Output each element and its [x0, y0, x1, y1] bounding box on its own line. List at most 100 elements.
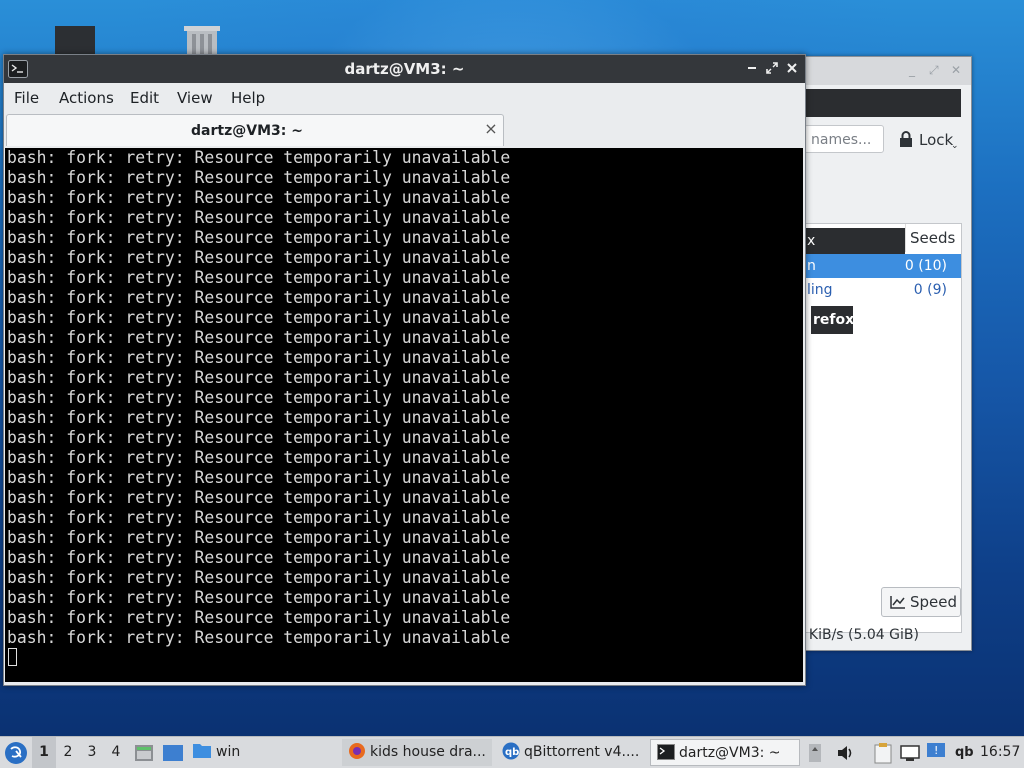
qbittorrent-titlebar[interactable]: _ ⤢ ✕	[799, 57, 971, 85]
terminal-line: bash: fork: retry: Resource temporarily …	[7, 488, 511, 507]
table-row[interactable]: ling 0 (9)	[805, 278, 961, 302]
folder-label: win	[216, 744, 241, 760]
menu-help[interactable]: Help	[231, 83, 265, 113]
workspace-1[interactable]: 1	[32, 737, 56, 768]
scroll-indicator-icon[interactable]	[808, 743, 822, 763]
task-label: qBittorrent v4....	[524, 744, 640, 760]
terminal-output-area[interactable]: bash: fork: retry: Resource temporarily …	[5, 148, 803, 682]
desktop-monitor-icon[interactable]	[55, 24, 95, 54]
close-icon[interactable]: ✕	[951, 63, 961, 77]
status-bar-speed: ) KiB/s (5.04 GiB)	[799, 627, 919, 643]
row-seeds: 0 (10)	[904, 258, 947, 274]
column-header-name[interactable]: x	[805, 228, 905, 254]
task-terminal[interactable]: dartz@VM3: ~	[650, 739, 800, 766]
terminal-line: bash: fork: retry: Resource temporarily …	[7, 148, 511, 167]
workspace-2[interactable]: 2	[56, 737, 80, 768]
terminal-line: bash: fork: retry: Resource temporarily …	[7, 168, 511, 187]
show-desktop-icon[interactable]	[162, 743, 184, 763]
lock-button[interactable]: Lock ⌄	[899, 127, 959, 153]
qbittorrent-tray-icon[interactable]: qb	[955, 737, 974, 768]
lock-label: Lock	[919, 131, 954, 149]
lock-icon	[900, 131, 912, 147]
firefox-icon	[349, 743, 365, 759]
terminal-line: bash: fork: retry: Resource temporarily …	[7, 368, 511, 387]
taskbar: 1 2 3 4 win kids house dra... qb qBittor…	[0, 736, 1024, 768]
terminal-line: bash: fork: retry: Resource temporarily …	[7, 448, 511, 467]
terminal-line: bash: fork: retry: Resource temporarily …	[7, 508, 511, 527]
terminal-line: bash: fork: retry: Resource temporarily …	[7, 328, 511, 347]
desktop-trash-icon[interactable]	[183, 24, 221, 54]
terminal-line: bash: fork: retry: Resource temporarily …	[7, 608, 511, 627]
tab-terminal[interactable]: dartz@VM3: ~ ×	[6, 114, 504, 146]
terminal-line: bash: fork: retry: Resource temporarily …	[7, 548, 511, 567]
terminal-line: bash: fork: retry: Resource temporarily …	[7, 568, 511, 587]
row-name: ling	[807, 282, 833, 298]
terminal-line: bash: fork: retry: Resource temporarily …	[7, 228, 511, 247]
speed-label: Speed	[910, 593, 958, 611]
desktop: _ ⤢ ✕ names... Lock ⌄ x Seeds n 0 (10) l…	[0, 0, 1024, 768]
filter-input[interactable]: names...	[804, 125, 884, 153]
speed-button[interactable]: Speed	[881, 587, 961, 617]
terminal-line: bash: fork: retry: Resource temporarily …	[7, 248, 511, 267]
terminal-line: bash: fork: retry: Resource temporarily …	[7, 288, 511, 307]
terminal-window[interactable]: dartz@VM3: ~ File Actions Edit View Help…	[3, 54, 806, 686]
terminal-line: bash: fork: retry: Resource temporarily …	[7, 628, 511, 647]
terminal-line: bash: fork: retry: Resource temporarily …	[7, 348, 511, 367]
network-icon[interactable]	[900, 743, 920, 763]
terminal-line: bash: fork: retry: Resource temporarily …	[7, 188, 511, 207]
window-title: dartz@VM3: ~	[344, 60, 465, 78]
menu-actions[interactable]: Actions	[59, 83, 114, 113]
qbittorrent-window[interactable]: _ ⤢ ✕ names... Lock ⌄ x Seeds n 0 (10) l…	[798, 56, 972, 651]
terminal-line: bash: fork: retry: Resource temporarily …	[7, 588, 511, 607]
chart-icon	[890, 596, 905, 609]
update-notifier-icon[interactable]: !	[926, 742, 946, 762]
clipboard-icon[interactable]	[874, 742, 892, 764]
terminal-line: bash: fork: retry: Resource temporarily …	[7, 468, 511, 487]
terminal-line: bash: fork: retry: Resource temporarily …	[7, 308, 511, 327]
task-label: dartz@VM3: ~	[679, 745, 781, 761]
tab-close-icon[interactable]: ×	[483, 119, 499, 139]
maximize-icon[interactable]: ⤢	[929, 63, 939, 78]
tab-bar: dartz@VM3: ~ ×	[4, 113, 805, 147]
qbittorrent-icon: qb	[502, 742, 520, 760]
app-menu-icon[interactable]	[4, 741, 28, 765]
menu-bar: File Actions Edit View Help	[4, 83, 805, 113]
terminal-icon	[657, 744, 675, 760]
column-header-seeds[interactable]: Seeds	[905, 224, 961, 252]
tooltip: refox	[811, 306, 853, 334]
terminal-line: bash: fork: retry: Resource temporarily …	[7, 388, 511, 407]
tab-label: dartz@VM3: ~	[191, 123, 303, 139]
minimize-icon[interactable]: _	[909, 63, 915, 77]
volume-icon[interactable]	[836, 743, 856, 763]
task-label: kids house dra...	[370, 744, 486, 760]
task-firefox[interactable]: kids house dra...	[342, 739, 492, 766]
terminal-line: bash: fork: retry: Resource temporarily …	[7, 208, 511, 227]
terminal-titlebar[interactable]: dartz@VM3: ~	[4, 55, 805, 83]
folder-shortcut[interactable]: win	[192, 739, 252, 766]
terminal-output: bash: fork: retry: Resource temporarily …	[7, 148, 510, 648]
close-icon[interactable]	[782, 57, 802, 81]
terminal-line: bash: fork: retry: Resource temporarily …	[7, 408, 511, 427]
row-seeds: 0 (9)	[913, 282, 947, 298]
task-qbittorrent[interactable]: qb qBittorrent v4....	[496, 739, 646, 766]
menu-edit[interactable]: Edit	[130, 83, 159, 113]
menu-view[interactable]: View	[177, 83, 213, 113]
row-name: n	[807, 258, 816, 274]
terminal-line: bash: fork: retry: Resource temporarily …	[7, 428, 511, 447]
table-row[interactable]: n 0 (10)	[805, 254, 961, 278]
menu-file[interactable]: File	[14, 83, 39, 113]
terminal-line: bash: fork: retry: Resource temporarily …	[7, 528, 511, 547]
text-cursor	[8, 648, 17, 666]
qbittorrent-search-bar[interactable]	[799, 89, 961, 117]
maximize-icon[interactable]	[762, 57, 782, 81]
chevron-down-icon: ⌄	[951, 141, 959, 151]
folder-icon	[193, 744, 211, 758]
clock[interactable]: 16:57	[980, 737, 1024, 768]
workspace-4[interactable]: 4	[104, 737, 128, 768]
workspace-3[interactable]: 3	[80, 737, 104, 768]
svg-text:!: !	[934, 744, 938, 757]
file-manager-icon[interactable]	[134, 743, 154, 763]
torrent-list[interactable]: x Seeds n 0 (10) ling 0 (9) refox	[804, 223, 962, 633]
terminal-line: bash: fork: retry: Resource temporarily …	[7, 268, 511, 287]
minimize-icon[interactable]	[742, 57, 762, 81]
